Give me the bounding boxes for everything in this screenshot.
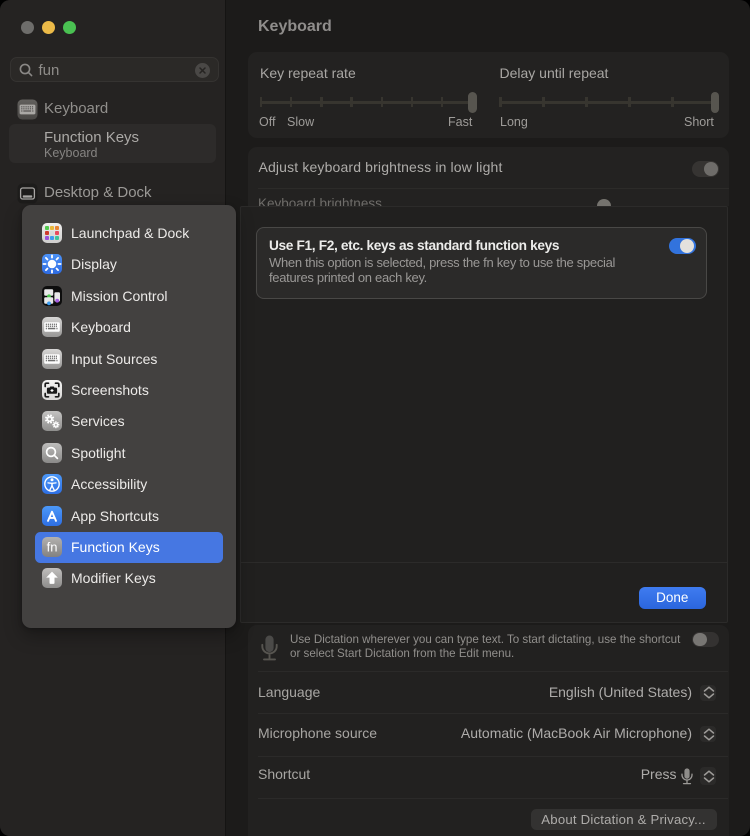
svg-text:fn: fn (47, 540, 58, 555)
